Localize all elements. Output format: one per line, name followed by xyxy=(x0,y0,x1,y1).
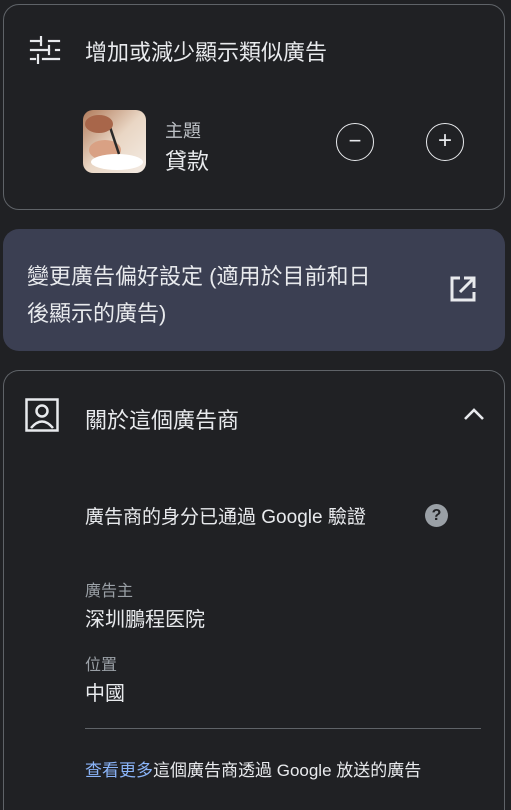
decrease-button[interactable]: − xyxy=(336,123,374,161)
advertiser-header[interactable]: 關於這個廣告商 xyxy=(4,371,504,457)
topic-label: 主題 xyxy=(165,121,201,141)
change-ad-preferences-button[interactable]: 變更廣告偏好設定 (適用於目前和日 後顯示的廣告) xyxy=(3,229,505,351)
topic-value: 貸款 xyxy=(165,149,210,174)
advertiser-title: 關於這個廣告商 xyxy=(85,408,240,433)
preferences-line-2: 後顯示的廣告) xyxy=(27,301,167,326)
minus-icon: − xyxy=(348,128,362,153)
advertiser-value: 深圳鵬程医院 xyxy=(85,609,205,631)
see-more-link[interactable]: 查看更多 xyxy=(85,761,153,780)
see-more-row: 查看更多這個廣告商透過 Google 放送的廣告 xyxy=(85,756,421,781)
person-icon xyxy=(25,398,59,437)
similar-ads-title: 增加或減少顯示類似廣告 xyxy=(85,40,328,65)
increase-button[interactable]: + xyxy=(426,123,464,161)
chevron-up-icon xyxy=(463,407,485,426)
verified-text: 廣告商的身分已通過 Google 驗證 xyxy=(85,507,366,528)
location-label: 位置 xyxy=(85,657,118,674)
topic-thumbnail xyxy=(83,110,146,173)
preferences-line-1: 變更廣告偏好設定 (適用於目前和日 xyxy=(27,264,371,289)
tune-icon xyxy=(29,35,61,69)
help-icon[interactable]: ? xyxy=(425,504,448,527)
location-value: 中國 xyxy=(85,683,125,705)
open-in-new-icon xyxy=(448,274,478,309)
divider xyxy=(85,728,481,729)
similar-ads-card: 增加或減少顯示類似廣告 主題 貸款 − + xyxy=(3,4,505,210)
plus-icon: + xyxy=(437,127,452,154)
about-advertiser-card: 關於這個廣告商 廣告商的身分已通過 Google 驗證 ? 廣告主 深圳鵬程医院… xyxy=(3,370,505,810)
advertiser-label: 廣告主 xyxy=(85,583,134,600)
see-more-text: 這個廣告商透過 Google 放送的廣告 xyxy=(153,761,422,780)
